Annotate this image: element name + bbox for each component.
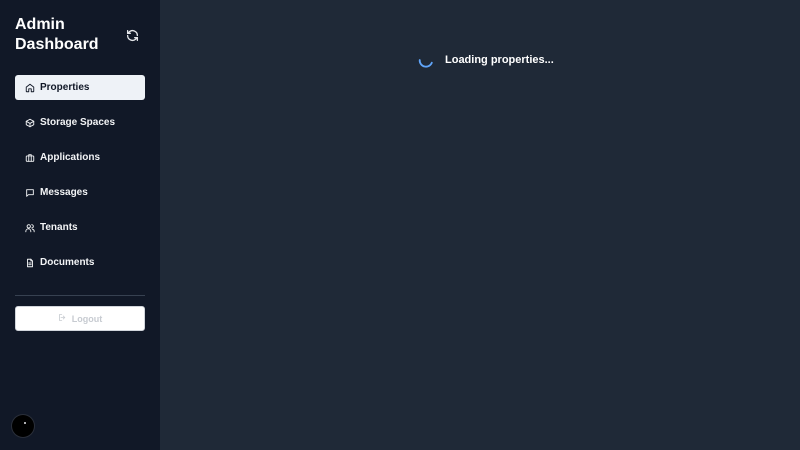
box-icon xyxy=(25,118,35,128)
logout-button[interactable]: Logout xyxy=(15,306,145,331)
logout-label: Logout xyxy=(71,313,103,324)
loading-indicator: Loading properties... xyxy=(417,51,554,69)
avatar[interactable] xyxy=(12,415,34,437)
sidebar-item-label: Storage Spaces xyxy=(40,117,116,128)
briefcase-icon xyxy=(25,153,35,163)
spinner-icon xyxy=(418,59,433,68)
sidebar-item-label: Properties xyxy=(40,82,90,93)
sidebar-item-label: Tenants xyxy=(40,222,78,233)
sidebar-item-applications[interactable]: Applications xyxy=(15,145,145,170)
sidebar-item-label: Messages xyxy=(40,187,88,198)
sidebar-item-tenants[interactable]: Tenants xyxy=(15,215,145,240)
sidebar-item-storage-spaces[interactable]: Storage Spaces xyxy=(15,110,145,135)
home-icon xyxy=(25,83,35,93)
sidebar: Admin Dashboard Properties Storage Space… xyxy=(0,0,160,450)
sidebar-item-messages[interactable]: Messages xyxy=(15,180,145,205)
loading-text: Loading properties... xyxy=(445,54,554,66)
logout-icon xyxy=(58,313,67,324)
message-icon xyxy=(25,188,35,198)
refresh-icon[interactable] xyxy=(126,29,139,42)
sidebar-item-label: Documents xyxy=(40,257,95,268)
sidebar-item-label: Applications xyxy=(40,152,101,163)
sidebar-item-documents[interactable]: Documents xyxy=(15,250,145,275)
sidebar-item-properties[interactable]: Properties xyxy=(15,75,145,100)
file-icon xyxy=(25,258,35,268)
users-icon xyxy=(25,223,35,233)
app-shell: Admin Dashboard Properties Storage Space… xyxy=(0,0,800,450)
sidebar-divider xyxy=(15,295,145,296)
sidebar-nav: Properties Storage Spaces Applications M… xyxy=(15,75,145,285)
main-content: Loading properties... xyxy=(160,0,800,450)
sidebar-title: Admin Dashboard xyxy=(15,16,99,53)
